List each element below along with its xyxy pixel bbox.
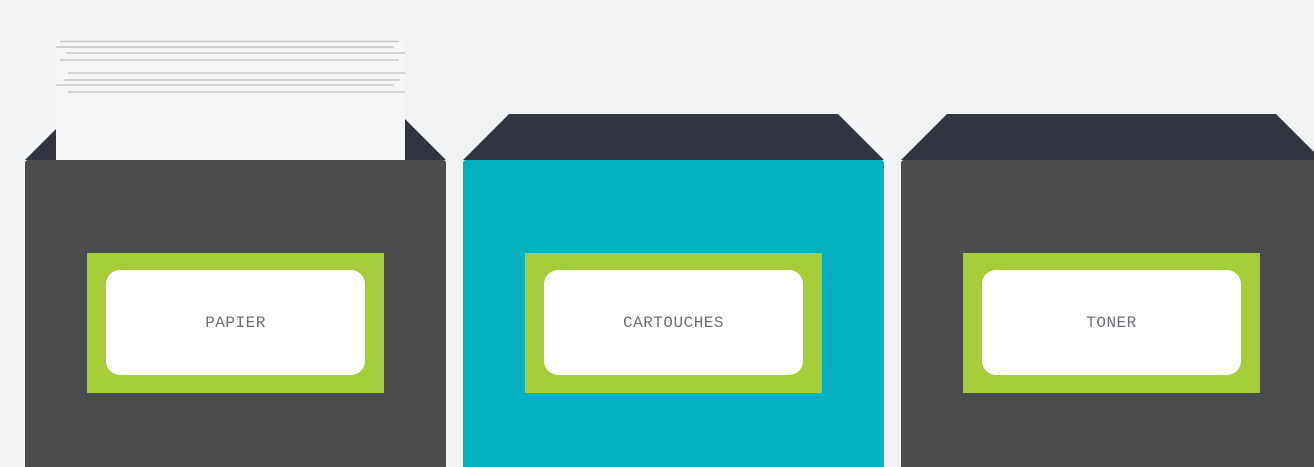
label-frame: PAPIER xyxy=(87,253,384,393)
bin-label: PAPIER xyxy=(106,270,365,375)
label-frame: CARTOUCHES xyxy=(525,253,822,393)
bin-label: CARTOUCHES xyxy=(544,270,803,375)
bin-cartouches[interactable]: CARTOUCHES xyxy=(463,114,884,467)
bin-papier[interactable]: PAPIER xyxy=(25,40,446,467)
bin-lid xyxy=(463,114,884,160)
bin-body: CARTOUCHES xyxy=(463,160,884,467)
bin-body: TONER xyxy=(901,160,1314,467)
bin-label: TONER xyxy=(982,270,1241,375)
label-frame: TONER xyxy=(963,253,1260,393)
bin-lid xyxy=(901,114,1314,160)
bin-toner[interactable]: TONER xyxy=(901,114,1314,467)
bin-body: PAPIER xyxy=(25,160,446,467)
paper-stack-icon xyxy=(56,40,405,93)
